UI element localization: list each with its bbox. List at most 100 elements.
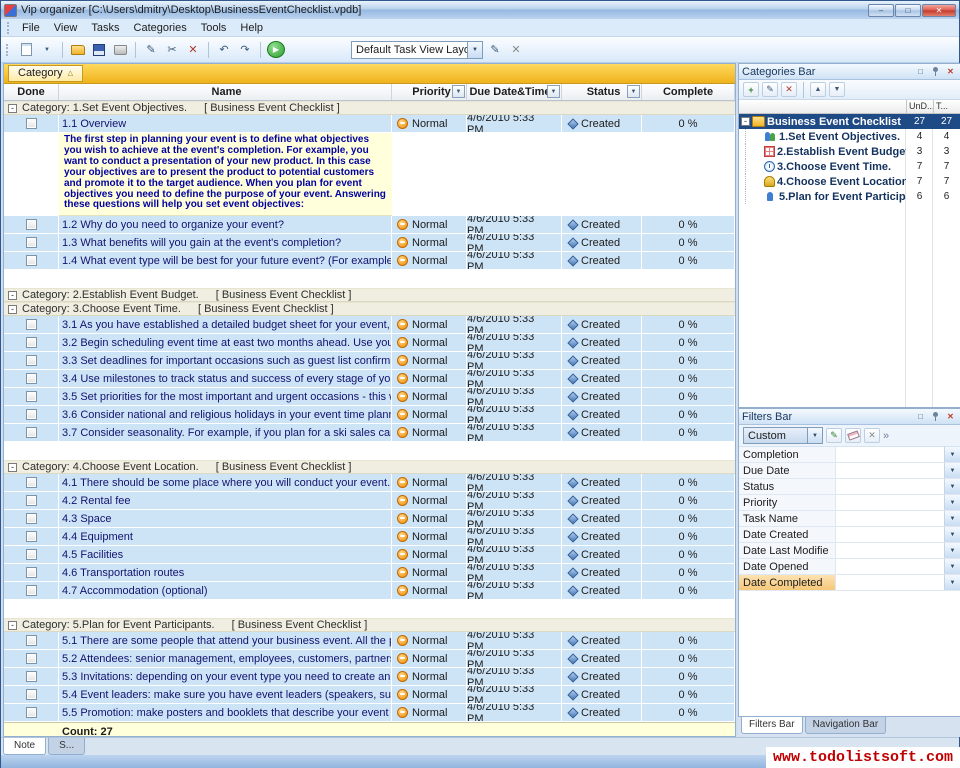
task-row[interactable]: 4.7 Accommodation (optional)Normal4/6/20… (4, 582, 735, 600)
filter-value-combo[interactable] (836, 511, 944, 526)
task-row[interactable]: 4.1 There should be some place where you… (4, 474, 735, 492)
task-row[interactable]: 4.2 Rental feeNormal4/6/2010 5:33 PMCrea… (4, 492, 735, 510)
menu-item-tasks[interactable]: Tasks (84, 20, 126, 36)
task-row[interactable]: 1.4 What event type will be best for you… (4, 252, 735, 270)
edit-task-button[interactable]: ✎ (142, 41, 160, 59)
task-checkbox[interactable] (26, 355, 37, 366)
filter-preset-combo[interactable]: Custom ▼ (743, 427, 823, 444)
dropdown-arrow-icon[interactable]: ▼ (944, 447, 960, 462)
menu-item-tools[interactable]: Tools (194, 20, 234, 36)
task-row[interactable]: 4.5 FacilitiesNormal4/6/2010 5:33 PMCrea… (4, 546, 735, 564)
task-row[interactable]: 4.4 EquipmentNormal4/6/2010 5:33 PMCreat… (4, 528, 735, 546)
task-row[interactable]: 1.1 OverviewNormal4/6/2010 5:33 PMCreate… (4, 115, 735, 133)
due-filter-button[interactable]: ▼ (547, 85, 560, 98)
collapse-icon[interactable]: - (8, 104, 17, 113)
task-row[interactable]: 3.4 Use milestones to track status and s… (4, 370, 735, 388)
open-file-button[interactable] (69, 41, 87, 59)
save-button[interactable] (90, 41, 108, 59)
filter-field-row[interactable]: Task Name▼ (739, 511, 960, 527)
task-checkbox[interactable] (26, 219, 37, 230)
filter-value-combo[interactable] (836, 527, 944, 542)
bottom-tab-note[interactable]: Note (3, 738, 46, 755)
filter-value-combo[interactable] (836, 447, 944, 462)
task-row[interactable]: 5.5 Promotion: make posters and booklets… (4, 704, 735, 722)
filter-value-combo[interactable] (836, 479, 944, 494)
panel-close-icon[interactable]: ✕ (944, 411, 957, 423)
bottom-tab-s[interactable]: S... (48, 738, 85, 755)
menu-item-file[interactable]: File (15, 20, 47, 36)
filter-value-combo[interactable] (836, 495, 944, 510)
task-checkbox[interactable] (26, 495, 37, 506)
category-tree-item[interactable]: 5.Plan for Event Participants66 (739, 189, 960, 204)
clear-filter-button[interactable] (845, 428, 861, 443)
combo-dropdown-icon[interactable]: ▼ (807, 428, 822, 443)
task-checkbox[interactable] (26, 409, 37, 420)
dropdown-arrow-icon[interactable]: ▼ (944, 527, 960, 542)
task-row[interactable]: 3.6 Consider national and religious holi… (4, 406, 735, 424)
filter-field-row[interactable]: Completion▼ (739, 447, 960, 463)
task-row[interactable]: 3.3 Set deadlines for important occasion… (4, 352, 735, 370)
task-row[interactable]: 3.2 Begin scheduling event time at east … (4, 334, 735, 352)
filter-field-row[interactable]: Date Completed▼ (739, 575, 960, 591)
menu-item-help[interactable]: Help (233, 20, 270, 36)
task-checkbox[interactable] (26, 549, 37, 560)
dropdown-arrow-icon[interactable]: ▼ (944, 511, 960, 526)
column-header-priority[interactable]: Priority ▼ (392, 84, 467, 100)
edit-layout-button[interactable]: ✎ (486, 41, 504, 59)
redo-button[interactable]: ↷ (236, 41, 254, 59)
menu-item-view[interactable]: View (47, 20, 85, 36)
edit-category-button[interactable]: ✎ (762, 82, 778, 97)
dropdown-arrow-icon[interactable]: ▼ (944, 543, 960, 558)
task-checkbox[interactable] (26, 319, 37, 330)
filter-field-row[interactable]: Priority▼ (739, 495, 960, 511)
task-checkbox[interactable] (26, 337, 37, 348)
task-row[interactable]: 4.3 SpaceNormal4/6/2010 5:33 PMCreated0 … (4, 510, 735, 528)
undone-column-header[interactable]: UnD... (906, 100, 933, 113)
dropdown-arrow-icon[interactable]: ▼ (944, 559, 960, 574)
column-header-complete[interactable]: Complete (642, 84, 735, 100)
task-checkbox[interactable] (26, 427, 37, 438)
collapse-icon[interactable]: - (8, 463, 17, 472)
priority-filter-button[interactable]: ▼ (452, 85, 465, 98)
close-button[interactable]: ✕ (922, 4, 956, 17)
category-tree-item[interactable]: 4.Choose Event Location.77 (739, 174, 960, 189)
task-checkbox[interactable] (26, 391, 37, 402)
filter-field-row[interactable]: Date Opened▼ (739, 559, 960, 575)
category-tree-item[interactable]: -Business Event Checklist2727 (739, 114, 960, 129)
dropdown-arrow-icon[interactable]: ▼ (944, 575, 960, 590)
task-checkbox[interactable] (26, 635, 37, 646)
task-checkbox[interactable] (26, 653, 37, 664)
toolbar-overflow-icon[interactable]: » (883, 430, 889, 442)
menu-item-categories[interactable]: Categories (127, 20, 194, 36)
column-header-status[interactable]: Status ▼ (562, 84, 642, 100)
filter-value-combo[interactable] (836, 543, 944, 558)
minimize-button[interactable]: – (868, 4, 894, 17)
print-button[interactable] (111, 41, 129, 59)
task-checkbox[interactable] (26, 373, 37, 384)
task-checkbox[interactable] (26, 477, 37, 488)
move-up-button[interactable]: ▲ (810, 82, 826, 97)
task-checkbox[interactable] (26, 118, 37, 129)
category-tree-item[interactable]: 2.Establish Event Budget.33 (739, 144, 960, 159)
filter-field-row[interactable]: Date Last Modifie▼ (739, 543, 960, 559)
total-column-header[interactable]: T... (933, 100, 960, 113)
panel-close-icon[interactable]: ✕ (944, 66, 957, 78)
dock-tab-filters-bar[interactable]: Filters Bar (741, 717, 803, 734)
filter-value-combo[interactable] (836, 575, 944, 590)
group-by-category-tab[interactable]: Category △ (8, 65, 83, 82)
filter-field-row[interactable]: Due Date▼ (739, 463, 960, 479)
move-down-button[interactable]: ▼ (829, 82, 845, 97)
collapse-icon[interactable]: - (8, 621, 17, 630)
collapse-icon[interactable]: - (8, 291, 17, 300)
task-checkbox[interactable] (26, 531, 37, 542)
task-checkbox[interactable] (26, 255, 37, 266)
status-filter-button[interactable]: ▼ (627, 85, 640, 98)
titlebar[interactable]: Vip organizer [C:\Users\dmitry\Desktop\B… (1, 1, 959, 19)
category-tree-item[interactable]: 1.Set Event Objectives.44 (739, 129, 960, 144)
delete-category-button[interactable]: ✕ (781, 82, 797, 97)
collapse-icon[interactable]: - (8, 305, 17, 314)
delete-task-button[interactable]: ✕ (184, 41, 202, 59)
category-tree-item[interactable]: 3.Choose Event Time.77 (739, 159, 960, 174)
task-row[interactable]: 1.3 What benefits will you gain at the e… (4, 234, 735, 252)
dropdown-arrow-icon[interactable]: ▼ (944, 495, 960, 510)
